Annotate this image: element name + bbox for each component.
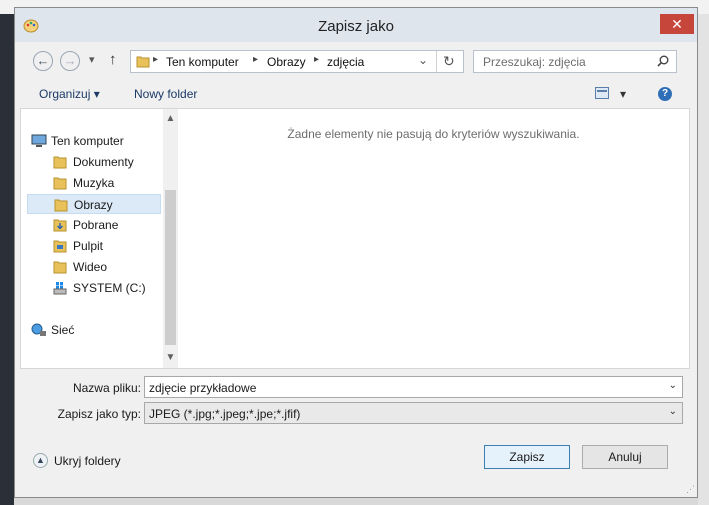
view-icon [595, 87, 609, 99]
scroll-up-arrow[interactable]: ▲ [163, 111, 178, 127]
filetype-label: Zapisz jako typ: [57, 407, 141, 421]
tree-item-pulpit[interactable]: Pulpit [27, 236, 161, 256]
search-icon[interactable] [656, 54, 670, 68]
organize-label: Organizuj [39, 87, 91, 101]
breadcrumb-separator[interactable]: ▸ [153, 54, 158, 65]
breadcrumb-obrazy[interactable]: Obrazy [267, 55, 306, 69]
tree-item-label: Ten komputer [51, 134, 124, 148]
recent-locations-dropdown[interactable]: ▾ [89, 53, 95, 66]
save-button[interactable]: Zapisz [484, 445, 570, 469]
hide-folders-label: Ukryj foldery [54, 454, 121, 468]
folder-icon [53, 177, 67, 190]
scroll-thumb[interactable] [165, 190, 176, 345]
background-app-right [698, 14, 709, 505]
back-button[interactable]: ← [33, 51, 53, 71]
tree-item-label: Muzyka [73, 176, 115, 190]
tree-item-label: Pulpit [73, 239, 104, 253]
search-input[interactable]: Przeszukaj: zdjęcia [483, 55, 586, 69]
browser-pane: Ten komputer Dokumenty Muzyka Obrazy Pob… [20, 108, 690, 369]
tree-item-ten-komputer[interactable]: Ten komputer [27, 131, 161, 151]
tree-item-label: SYSTEM (C:) [73, 281, 146, 295]
scroll-down-arrow[interactable]: ▼ [163, 350, 178, 366]
breadcrumb-zdjecia[interactable]: zdjęcia [327, 55, 364, 69]
chevron-up-icon: ▲ [33, 453, 48, 468]
command-toolbar: Organizuj ▾ Nowy folder ▾ ? [15, 82, 697, 108]
address-dropdown-icon[interactable]: ⌄ [418, 53, 428, 67]
tree-item-wideo[interactable]: Wideo [27, 257, 161, 277]
network-icon [31, 323, 46, 336]
folder-icon [53, 156, 67, 169]
tree-item-obrazy[interactable]: Obrazy [27, 194, 161, 214]
folder-icon [53, 261, 67, 274]
resize-grip-icon[interactable]: ⋰ [686, 484, 695, 495]
navigation-bar: ← → ▾ ↑ ▸ Ten komputer ▸ Obrazy ▸ zdjęci… [15, 42, 697, 82]
tree-item-label: Pobrane [73, 218, 119, 232]
address-bar[interactable]: ▸ Ten komputer ▸ Obrazy ▸ zdjęcia ⌄ ↻ [130, 50, 464, 73]
organize-button[interactable]: Organizuj ▾ [39, 87, 100, 101]
desktop-folder-icon [53, 240, 67, 253]
tree-item-label: Dokumenty [73, 155, 134, 169]
filetype-select[interactable]: JPEG (*.jpg;*.jpeg;*.jpe;*.jfif) ⌄ [144, 402, 683, 424]
download-folder-icon [53, 219, 67, 232]
computer-icon [31, 134, 47, 147]
filetype-value: JPEG (*.jpg;*.jpeg;*.jpe;*.jfif) [149, 407, 301, 421]
chevron-down-icon: ▾ [93, 87, 100, 101]
view-options-dropdown[interactable]: ▾ [620, 87, 626, 101]
drive-icon [53, 282, 67, 295]
breadcrumb-separator[interactable]: ▸ [253, 54, 258, 65]
background-app-left [0, 14, 14, 505]
breadcrumb-ten-komputer[interactable]: Ten komputer [166, 55, 239, 69]
file-list-pane[interactable]: Żadne elementy nie pasują do kryteriów w… [178, 109, 689, 368]
search-box[interactable]: Przeszukaj: zdjęcia [473, 50, 677, 73]
tree-item-dokumenty[interactable]: Dokumenty [27, 152, 161, 172]
tree-item-system-c[interactable]: SYSTEM (C:) [27, 278, 161, 298]
forward-button[interactable]: → [60, 51, 80, 71]
folder-icon [54, 199, 68, 212]
folder-icon [136, 56, 150, 68]
close-button[interactable]: ✕ [660, 14, 694, 34]
tree-item-label: Obrazy [74, 198, 113, 212]
up-button[interactable]: ↑ [109, 51, 117, 68]
navigation-tree: Ten komputer Dokumenty Muzyka Obrazy Pob… [21, 109, 163, 368]
window-title: Zapisz jako [318, 18, 394, 35]
tree-item-siec[interactable]: Sieć [27, 320, 161, 340]
filename-field[interactable]: zdjęcie przykładowe ⌄ [144, 376, 683, 398]
filename-label: Nazwa pliku: [72, 381, 141, 395]
new-folder-button[interactable]: Nowy folder [134, 87, 197, 101]
address-divider [436, 51, 437, 72]
change-view-button[interactable] [595, 87, 609, 102]
help-icon[interactable]: ? [658, 87, 672, 101]
title-bar[interactable]: Zapisz jako ✕ [15, 8, 697, 42]
chevron-down-icon[interactable]: ⌄ [669, 380, 677, 391]
filename-value: zdjęcie przykładowe [149, 381, 257, 395]
empty-results-message: Żadne elementy nie pasują do kryteriów w… [287, 127, 580, 141]
breadcrumb-separator[interactable]: ▸ [314, 54, 319, 65]
tree-scrollbar[interactable]: ▲ ▼ [163, 109, 178, 368]
tree-item-pobrane[interactable]: Pobrane [27, 215, 161, 235]
tree-item-muzyka[interactable]: Muzyka [27, 173, 161, 193]
cancel-button[interactable]: Anuluj [582, 445, 668, 469]
tree-item-label: Sieć [51, 323, 75, 337]
tree-item-label: Wideo [73, 260, 108, 274]
chevron-down-icon[interactable]: ⌄ [669, 406, 677, 417]
refresh-icon[interactable]: ↻ [443, 53, 455, 70]
save-as-dialog: Zapisz jako ✕ ← → ▾ ↑ ▸ Ten komputer ▸ O… [14, 7, 698, 498]
